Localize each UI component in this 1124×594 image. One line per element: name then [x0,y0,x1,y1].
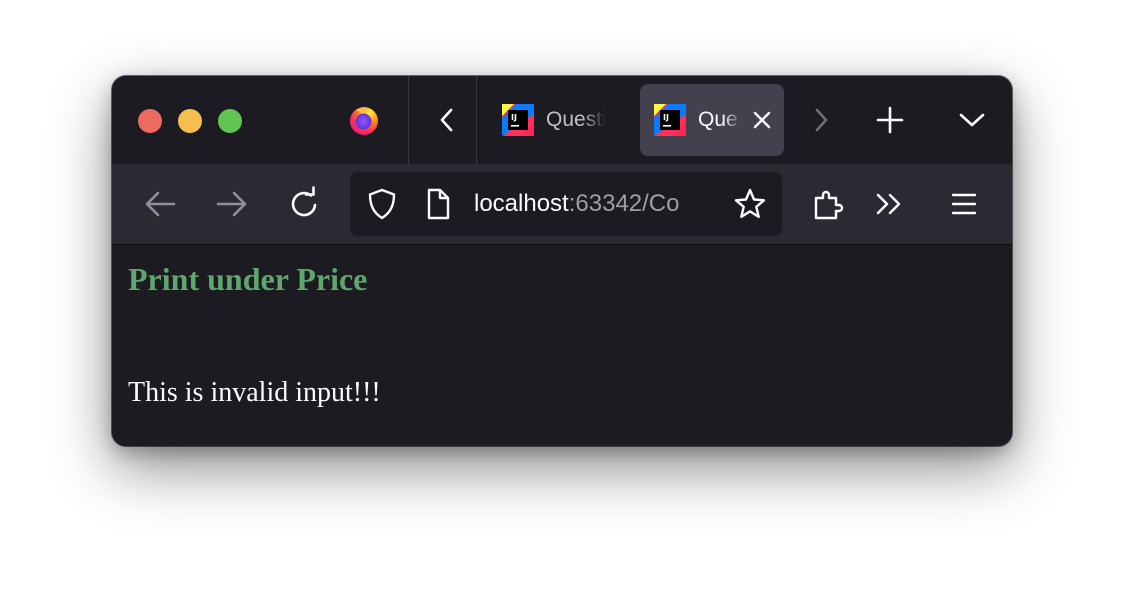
extensions-button[interactable] [810,186,846,222]
back-arrow-icon [145,191,176,217]
tab-question-1[interactable]: IJ Questi [488,84,628,156]
tracking-protection-button[interactable] [364,186,400,222]
new-tab-button[interactable] [872,102,908,138]
address-bar[interactable]: localhost:63342/Co [350,172,782,236]
svg-text:IJ: IJ [511,113,517,122]
chevron-left-icon [440,108,453,132]
more-tools-button[interactable] [872,186,908,222]
page-icon [427,188,450,220]
browser-window: IJ Questi IJ Que localhost:63342/Co Prin… [112,76,1012,446]
close-window-button[interactable] [138,109,162,133]
url-host: localhost [474,190,569,217]
scroll-tabs-right-button[interactable] [802,102,838,138]
page-heading: Print under Price [128,261,368,297]
tab-separator [476,76,477,164]
url-path: :63342/Co [568,190,680,217]
chevron-right-icon [815,108,828,132]
application-menu-button[interactable] [946,186,982,222]
star-icon [734,188,766,218]
overflow-icon [876,193,901,215]
forward-button[interactable] [214,186,250,222]
shield-icon [368,188,396,220]
bookmark-button[interactable] [732,186,768,222]
reload-button[interactable] [286,186,322,222]
tab-separator [408,76,409,164]
close-tab-button[interactable] [746,104,778,136]
error-message: This is invalid input!!! [128,377,381,408]
minimize-window-button[interactable] [178,109,202,133]
tab-title: Questi [546,108,606,131]
url-text[interactable]: localhost:63342/Co [474,190,718,218]
site-info-button[interactable] [420,186,456,222]
navigation-toolbar: localhost:63342/Co [112,164,1012,245]
back-button[interactable] [142,186,178,222]
reload-icon [291,186,317,217]
intellij-icon: IJ [654,104,686,136]
tab-title: Que [698,108,738,131]
tab-bar: IJ Questi IJ Que [112,76,1012,164]
svg-text:IJ: IJ [663,113,669,122]
forward-arrow-icon [216,191,247,217]
zoom-window-button[interactable] [218,109,242,133]
scroll-tabs-left-button[interactable] [430,102,466,138]
plus-icon [876,106,904,134]
tab-question-active[interactable]: IJ Que [640,84,784,156]
close-icon [753,111,771,129]
intellij-icon: IJ [502,104,534,136]
extensions-icon [814,190,844,220]
menu-icon [951,193,977,215]
list-all-tabs-button[interactable] [954,102,990,138]
page-content: Print under Price This is invalid input!… [112,245,1012,446]
chevron-down-icon [959,113,985,127]
firefox-icon[interactable] [348,104,380,136]
